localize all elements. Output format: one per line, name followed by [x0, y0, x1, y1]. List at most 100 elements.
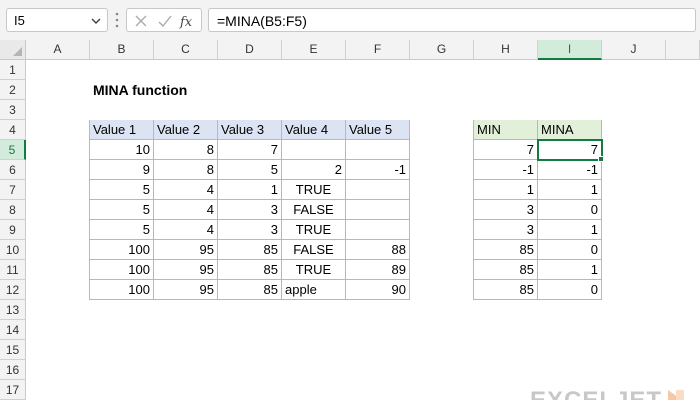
data-cell[interactable]: 3	[218, 220, 282, 240]
data-cell[interactable]: 95	[154, 240, 218, 260]
row-header-17[interactable]: 17	[0, 380, 26, 400]
min-result-cell[interactable]: 1	[474, 180, 538, 200]
column-header-a[interactable]: A	[26, 40, 90, 60]
row-header-10[interactable]: 10	[0, 240, 26, 260]
row-header-14[interactable]: 14	[0, 320, 26, 340]
data-cell[interactable]: 3	[218, 200, 282, 220]
data-cell[interactable]: 89	[346, 260, 410, 280]
header-cell[interactable]: Value 2	[154, 120, 218, 140]
header-cell-mina[interactable]: MINA	[538, 120, 602, 140]
data-cell[interactable]: 5	[90, 220, 154, 240]
data-cell[interactable]: TRUE	[282, 180, 346, 200]
mina-result-cell[interactable]: 0	[538, 280, 602, 300]
column-header-f[interactable]: F	[346, 40, 410, 60]
row-header-13[interactable]: 13	[0, 300, 26, 320]
column-header-c[interactable]: C	[154, 40, 218, 60]
column-header-k[interactable]	[666, 40, 700, 60]
data-cell[interactable]: 5	[90, 200, 154, 220]
mina-result-cell[interactable]: 1	[538, 220, 602, 240]
row-header-7[interactable]: 7	[0, 180, 26, 200]
row-header-12[interactable]: 12	[0, 280, 26, 300]
row-header-15[interactable]: 15	[0, 340, 26, 360]
column-header-i[interactable]: I	[538, 40, 602, 60]
row-header-6[interactable]: 6	[0, 160, 26, 180]
data-cell[interactable]: 4	[154, 200, 218, 220]
chevron-down-icon[interactable]	[90, 15, 102, 27]
row-header-2[interactable]: 2	[0, 80, 26, 100]
min-result-cell[interactable]: 85	[474, 280, 538, 300]
row-header-5[interactable]: 5	[0, 140, 26, 160]
min-result-cell[interactable]: -1	[474, 160, 538, 180]
column-header-d[interactable]: D	[218, 40, 282, 60]
data-cell[interactable]: 1	[218, 180, 282, 200]
data-cell[interactable]: TRUE	[282, 220, 346, 240]
data-cell[interactable]: 5	[218, 160, 282, 180]
mina-result-cell[interactable]: 0	[538, 240, 602, 260]
column-header-h[interactable]: H	[474, 40, 538, 60]
data-cell[interactable]: 85	[218, 280, 282, 300]
data-cell[interactable]: FALSE	[282, 240, 346, 260]
select-all-button[interactable]	[0, 40, 26, 60]
data-cell[interactable]: 4	[154, 180, 218, 200]
header-cell-min[interactable]: MIN	[474, 120, 538, 140]
data-cell[interactable]: 95	[154, 260, 218, 280]
column-header-j[interactable]: J	[602, 40, 666, 60]
row-header-4[interactable]: 4	[0, 120, 26, 140]
data-cell[interactable]	[346, 220, 410, 240]
data-cell[interactable]: 100	[90, 240, 154, 260]
min-result-cell[interactable]: 85	[474, 260, 538, 280]
data-cell[interactable]: 88	[346, 240, 410, 260]
header-cell[interactable]: Value 4	[282, 120, 346, 140]
data-cell[interactable]: 8	[154, 160, 218, 180]
data-cell[interactable]: 100	[90, 280, 154, 300]
data-cell[interactable]	[346, 140, 410, 160]
row-header-9[interactable]: 9	[0, 220, 26, 240]
data-cell[interactable]: 2	[282, 160, 346, 180]
row-header-3[interactable]: 3	[0, 100, 26, 120]
data-cell[interactable]: FALSE	[282, 200, 346, 220]
data-cell[interactable]: -1	[346, 160, 410, 180]
fill-handle[interactable]	[598, 156, 604, 162]
mina-result-cell[interactable]: -1	[538, 160, 602, 180]
data-cell[interactable]: 95	[154, 280, 218, 300]
data-cell[interactable]: 9	[90, 160, 154, 180]
data-cell[interactable]: 90	[346, 280, 410, 300]
row-header-1[interactable]: 1	[0, 60, 26, 80]
data-cell[interactable]	[346, 200, 410, 220]
formula-input[interactable]: =MINA(B5:F5)	[208, 8, 696, 32]
insert-function-icon[interactable]: fx	[179, 12, 197, 30]
sheet-title[interactable]: MINA function	[90, 80, 290, 100]
data-cell[interactable]: 7	[218, 140, 282, 160]
cancel-icon[interactable]	[133, 12, 149, 30]
header-cell[interactable]: Value 1	[90, 120, 154, 140]
data-cell[interactable]: 85	[218, 260, 282, 280]
check-icon[interactable]	[157, 12, 173, 30]
row-header-8[interactable]: 8	[0, 200, 26, 220]
name-box[interactable]: I5	[6, 8, 108, 32]
row-header-11[interactable]: 11	[0, 260, 26, 280]
min-result-cell[interactable]: 3	[474, 220, 538, 240]
header-cell[interactable]: Value 3	[218, 120, 282, 140]
data-cell[interactable]: 10	[90, 140, 154, 160]
mina-result-cell[interactable]: 0	[538, 200, 602, 220]
column-header-e[interactable]: E	[282, 40, 346, 60]
row-header-16[interactable]: 16	[0, 360, 26, 380]
data-cell[interactable]: 100	[90, 260, 154, 280]
active-cell-selection[interactable]	[537, 139, 603, 161]
data-cell[interactable]: 5	[90, 180, 154, 200]
min-result-cell[interactable]: 3	[474, 200, 538, 220]
min-result-cell[interactable]: 7	[474, 140, 538, 160]
data-cell[interactable]	[346, 180, 410, 200]
column-header-b[interactable]: B	[90, 40, 154, 60]
data-cell[interactable]: 4	[154, 220, 218, 240]
min-result-cell[interactable]: 85	[474, 240, 538, 260]
data-cell[interactable]: 8	[154, 140, 218, 160]
header-cell[interactable]: Value 5	[346, 120, 410, 140]
column-header-g[interactable]: G	[410, 40, 474, 60]
data-cell[interactable]: TRUE	[282, 260, 346, 280]
data-cell[interactable]: apple	[282, 280, 346, 300]
data-cell[interactable]: 85	[218, 240, 282, 260]
data-cell[interactable]	[282, 140, 346, 160]
mina-result-cell[interactable]: 1	[538, 260, 602, 280]
mina-result-cell[interactable]: 1	[538, 180, 602, 200]
